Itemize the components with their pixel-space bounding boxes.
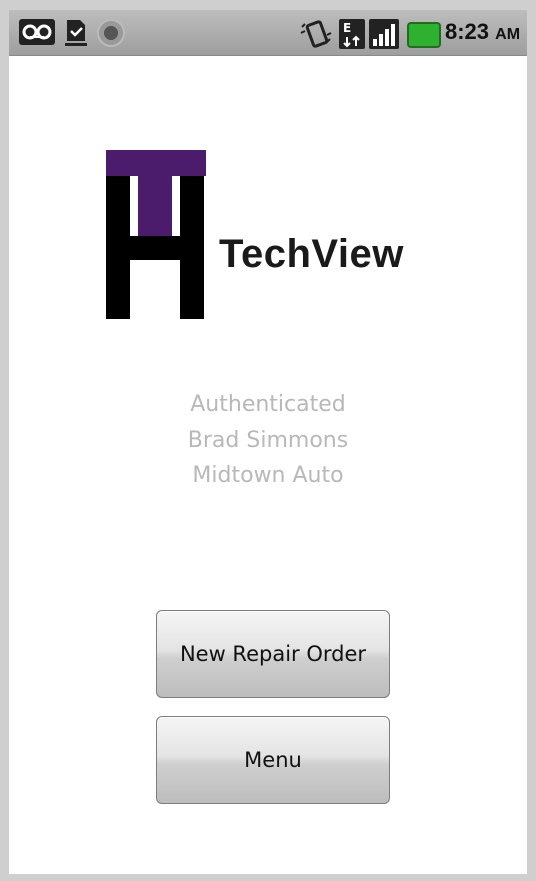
shop-name: Midtown Auto (192, 463, 344, 488)
clock-time: 8:23 (445, 19, 490, 44)
new-repair-order-button[interactable]: New Repair Order (156, 610, 390, 698)
auth-status: Authenticated (190, 392, 346, 417)
battery-icon (407, 22, 441, 48)
signal-icon (369, 19, 399, 49)
device-frame: E 8:23 AM TechView Authenticated Brad Si… (0, 0, 536, 881)
clock-ampm: AM (495, 26, 521, 43)
status-clock: 8:23 AM (445, 19, 520, 45)
app-screen: E 8:23 AM TechView Authenticated Brad Si… (9, 10, 527, 874)
status-bar: E 8:23 AM (9, 10, 527, 56)
download-complete-icon (63, 19, 89, 47)
logo-top-bar (106, 150, 206, 176)
usb-icon (97, 19, 125, 47)
data-transfer-icon: E (339, 19, 365, 49)
voicemail-icon (19, 19, 55, 45)
user-name: Brad Simmons (187, 428, 349, 453)
svg-text:E: E (343, 21, 351, 35)
vibrate-icon (299, 19, 333, 49)
brand-name: TechView (219, 232, 404, 276)
menu-button[interactable]: Menu (156, 716, 390, 804)
